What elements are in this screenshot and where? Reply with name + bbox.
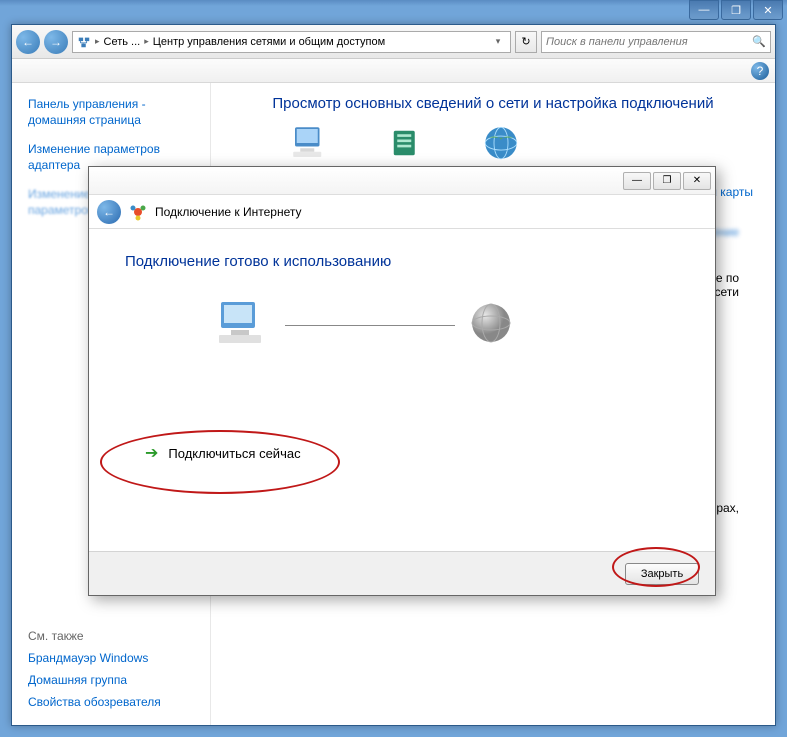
globe-icon <box>469 301 513 350</box>
window-close-button[interactable]: ✕ <box>753 0 783 20</box>
computer-icon <box>215 298 271 353</box>
search-icon: 🔍 <box>752 35 766 48</box>
wizard-heading: Подключение готово к использованию <box>125 253 679 270</box>
sidebar-home-link[interactable]: Панель управления - домашняя страница <box>28 97 194 128</box>
dialog-close-button[interactable]: ✕ <box>683 172 711 190</box>
connection-wizard-dialog: — ❐ ✕ ← Подключение к Интернету Подключе… <box>88 166 716 596</box>
connect-now-link[interactable]: ➔ Подключиться сейчас <box>145 443 679 463</box>
breadcrumb-root[interactable]: Сеть ... <box>104 36 141 48</box>
address-dropdown-button[interactable]: ▾ <box>490 36 506 47</box>
wizard-back-button[interactable]: ← <box>97 200 121 224</box>
globe-icon <box>480 122 522 164</box>
connect-now-label: Подключиться сейчас <box>168 446 300 461</box>
breadcrumb-current[interactable]: Центр управления сетями и общим доступом <box>153 36 385 48</box>
sidebar-homegroup-link[interactable]: Домашняя группа <box>28 673 198 687</box>
wizard-title: Подключение к Интернету <box>155 205 302 219</box>
search-input[interactable] <box>546 36 752 48</box>
dialog-maximize-button[interactable]: ❐ <box>653 172 681 190</box>
network-icon <box>77 35 91 49</box>
menu-strip: ? <box>12 59 775 83</box>
search-box[interactable]: 🔍 <box>541 31 771 53</box>
nav-back-button[interactable]: ← <box>16 30 40 54</box>
network-center-icon <box>129 203 147 221</box>
address-bar[interactable]: ▸ Сеть ... ▸ Центр управления сетями и о… <box>72 31 511 53</box>
arrow-right-icon: ➔ <box>145 443 158 463</box>
sidebar-firewall-link[interactable]: Брандмауэр Windows <box>28 651 198 665</box>
nav-forward-button[interactable]: → <box>44 30 68 54</box>
refresh-button[interactable]: ↻ <box>515 31 537 53</box>
window-maximize-button[interactable]: ❐ <box>721 0 751 20</box>
dialog-minimize-button[interactable]: — <box>623 172 651 190</box>
window-minimize-button[interactable]: — <box>689 0 719 20</box>
wizard-close-button[interactable]: Закрыть <box>625 563 699 585</box>
help-icon[interactable]: ? <box>751 62 769 80</box>
connection-line <box>285 325 455 326</box>
page-title: Просмотр основных сведений о сети и наст… <box>233 95 753 112</box>
breadcrumb-separator: ▸ <box>144 36 149 47</box>
connection-diagram <box>215 298 679 353</box>
sidebar-seealso-label: См. также <box>28 629 198 643</box>
sidebar-internet-options-link[interactable]: Свойства обозревателя <box>28 695 198 709</box>
breadcrumb-separator: ▸ <box>95 36 100 47</box>
switch-icon <box>385 122 427 164</box>
computer-icon <box>288 122 330 164</box>
navigation-bar: ← → ▸ Сеть ... ▸ Центр управления сетями… <box>12 25 775 59</box>
